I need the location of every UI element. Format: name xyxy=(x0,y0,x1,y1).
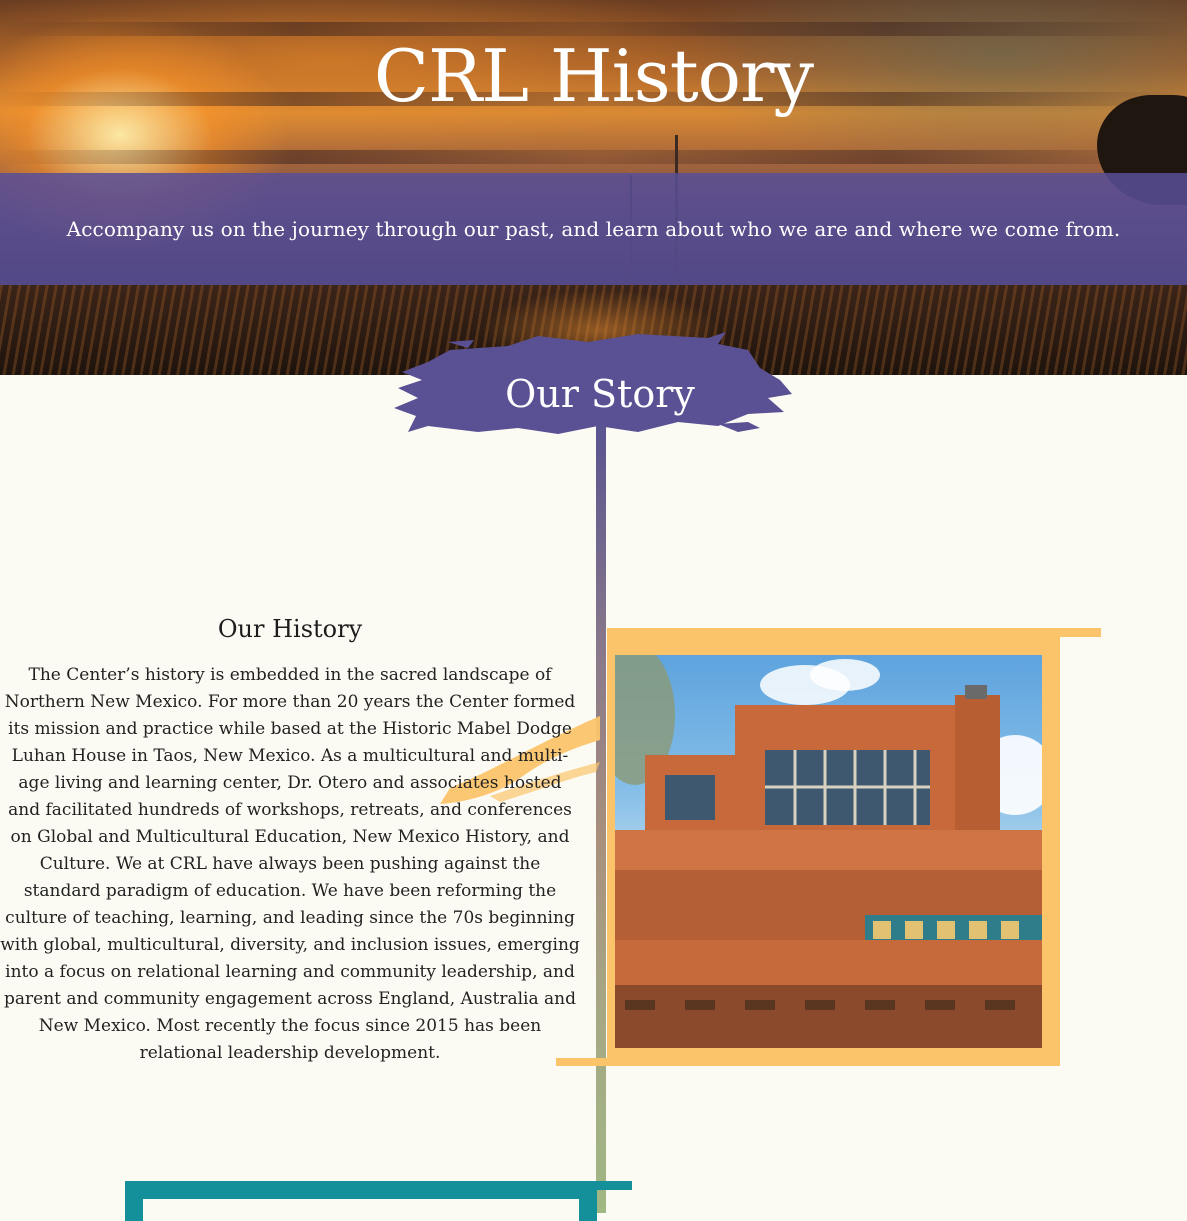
history-heading: Our History xyxy=(217,615,363,643)
teal-frame xyxy=(125,1181,597,1221)
page-title: CRL History xyxy=(373,34,814,118)
adobe-house-photo xyxy=(615,655,1042,1048)
hero-banner: CRL History Accompany us on the journey … xyxy=(0,0,1187,375)
hero-tagline-band: Accompany us on the journey through our … xyxy=(0,173,1187,285)
cloud-streak xyxy=(0,150,1187,164)
hero-tagline: Accompany us on the journey through our … xyxy=(66,217,1121,241)
adobe-house-illustration xyxy=(615,655,1042,1048)
frame-top-line xyxy=(607,628,1101,637)
timeline-line xyxy=(596,425,606,1213)
history-paragraph: The Center’s history is embedded in the … xyxy=(0,665,580,1063)
section-title-our-story: Our Story xyxy=(505,372,695,416)
